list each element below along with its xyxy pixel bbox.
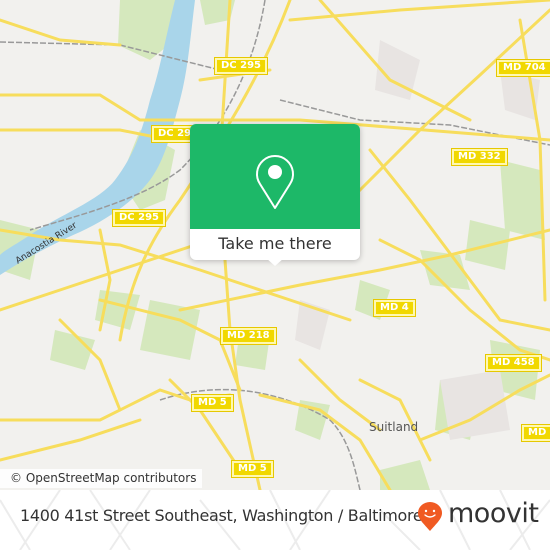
road-shield-md5: MD 5 [191,394,234,412]
footer-bar: 1400 41st Street Southeast, Washington /… [0,490,550,550]
map[interactable]: DC 295 DC 295 DC 295 MD 704 MD 332 MD 4 … [0,0,550,490]
road-shield-md4: MD 4 [521,424,550,442]
moovit-wordmark: moovit [448,498,539,529]
address-text: 1400 41st Street Southeast, Washington /… [20,506,423,525]
moovit-pin-smile-icon [418,502,442,531]
road-shield-md332: MD 332 [451,148,508,166]
take-me-there-button[interactable]: Take me there [190,229,360,260]
road-shield-md4: MD 4 [373,299,416,317]
popup-header [190,124,360,229]
road-shield-md704: MD 704 [496,59,550,77]
location-popup: Take me there [190,124,360,266]
road-shield-md5: MD 5 [231,460,274,478]
popup-pointer [266,258,284,266]
road-shield-md218: MD 218 [220,327,277,345]
map-attribution[interactable]: © OpenStreetMap contributors [0,469,203,488]
road-shield-dc295: DC 295 [214,57,268,75]
place-label-suitland: Suitland [369,420,419,434]
road-shield-md458: MD 458 [485,354,542,372]
attribution-text: © OpenStreetMap contributors [10,471,197,485]
road-shield-dc295: DC 295 [112,209,166,227]
map-pin-icon [256,155,294,209]
